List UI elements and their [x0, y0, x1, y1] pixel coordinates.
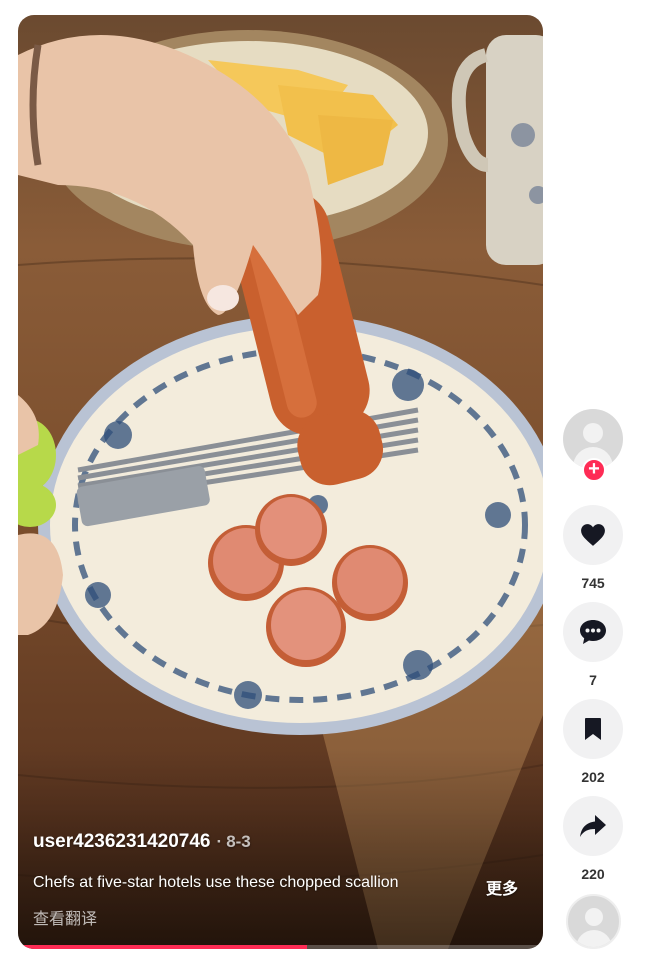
video-player[interactable]: user4236231420746 · 8-3 Chefs at five-star… — [18, 15, 543, 949]
like-count: 745 — [581, 575, 605, 591]
comment-icon — [580, 620, 606, 644]
sound-avatar-body — [576, 930, 612, 947]
more-button[interactable]: 更多 — [486, 875, 518, 899]
post-date: 8-3 — [226, 832, 251, 851]
share-count: 220 — [581, 866, 605, 882]
avatar-head — [583, 423, 603, 443]
author-line: user4236231420746 · 8-3 — [33, 831, 251, 853]
author-name[interactable]: user4236231420746 — [33, 831, 211, 852]
share-action: 220 — [563, 796, 623, 882]
progress-bar[interactable] — [18, 945, 543, 949]
translate-link[interactable]: 查看翻译 — [33, 905, 97, 929]
comment-count: 7 — [589, 672, 597, 688]
comment-action: 7 — [563, 602, 623, 688]
heart-icon — [581, 524, 605, 546]
video-caption: Chefs at five-star hotels use these chop… — [33, 874, 399, 891]
like-button[interactable] — [563, 505, 623, 565]
creator-avatar-wrap: + — [563, 409, 623, 482]
share-button[interactable] — [563, 796, 623, 856]
save-count: 202 — [581, 769, 605, 785]
date-separator: · — [216, 832, 223, 851]
progress-fill — [18, 945, 307, 949]
comment-button[interactable] — [563, 602, 623, 662]
sound-avatar-head — [585, 908, 603, 926]
save-action: 202 — [563, 699, 623, 785]
share-icon — [580, 815, 606, 837]
like-action: 745 — [563, 505, 623, 591]
follow-button[interactable]: + — [582, 458, 606, 482]
save-button[interactable] — [563, 699, 623, 759]
sound-avatar[interactable] — [566, 894, 621, 949]
bookmark-icon — [585, 718, 601, 740]
